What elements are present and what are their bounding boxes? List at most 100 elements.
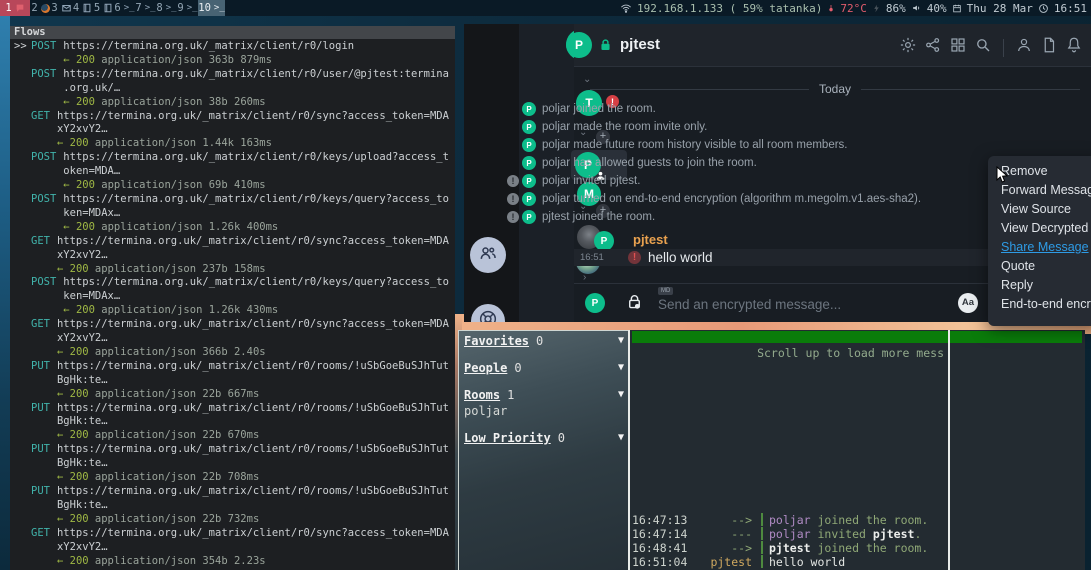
http-method: POST <box>31 68 56 110</box>
flow-url: https://termina.org.uk/_matrix/client/r0… <box>57 318 455 332</box>
event-text: poljar invited pjtest. <box>542 175 640 187</box>
file-icon[interactable] <box>1040 36 1058 59</box>
markdown-badge: MD <box>658 287 673 295</box>
flow-row[interactable]: >> PUT https://termina.org.uk/_matrix/cl… <box>14 485 455 527</box>
collapse-arrow-icon[interactable]: ▼ <box>618 362 624 373</box>
timeline-event[interactable]: P poljar joined the room. <box>464 100 1091 118</box>
header-divider <box>1003 39 1004 57</box>
context-menu-item[interactable]: End-to-end encryption <box>988 295 1091 314</box>
workspace-8[interactable]: 8 >_ <box>156 0 177 16</box>
formatting-button[interactable]: Aa <box>958 293 978 313</box>
workspace-5[interactable]: 5 <box>93 0 114 16</box>
workspace-2[interactable]: 2 <box>30 0 51 16</box>
volume-percent: 40% <box>927 2 947 15</box>
book-icon <box>103 3 113 13</box>
workspace-number: 4 <box>73 2 79 14</box>
room-section-header[interactable]: People0 ▼ <box>464 361 624 375</box>
room-section: Low Priority0 ▼ <box>459 431 629 445</box>
workspace-1[interactable]: 1 <box>0 0 30 16</box>
terminal-icon: >_ <box>166 3 177 13</box>
http-method: GET <box>31 527 50 569</box>
http-method: GET <box>31 235 50 277</box>
event-avatar: P <box>522 120 536 134</box>
workspace-number: 6 <box>114 2 120 14</box>
event-text: joined the room. <box>817 513 928 527</box>
header-room-avatar[interactable]: P <box>566 32 592 58</box>
date-divider-label: Today <box>819 82 851 96</box>
line-timestamp: 16:51:04 <box>632 555 690 569</box>
flow-row[interactable]: >> PUT https://termina.org.uk/_matrix/cl… <box>14 360 455 402</box>
flows-list[interactable]: >> POST https://termina.org.uk/_matrix/c… <box>10 39 455 568</box>
join-arrow: --> <box>690 513 752 527</box>
workspace-3[interactable]: 3 <box>51 0 72 16</box>
chevron-right-icon[interactable]: › <box>583 272 586 283</box>
apps-grid-icon[interactable] <box>949 36 967 59</box>
context-menu-item[interactable]: Share Message <box>988 238 1091 257</box>
explore-button[interactable] <box>471 304 505 322</box>
flow-row[interactable]: >> GET https://termina.org.uk/_matrix/cl… <box>14 110 455 152</box>
http-method: PUT <box>31 360 50 402</box>
search-icon[interactable] <box>974 36 992 59</box>
room-section-header[interactable]: Low Priority0 ▼ <box>464 431 624 445</box>
message-text: hello world <box>769 555 845 569</box>
flow-row[interactable]: >> POST https://termina.org.uk/_matrix/c… <box>14 68 455 110</box>
flow-url: https://termina.org.uk/_matrix/client/r0… <box>63 193 455 207</box>
context-menu-item[interactable]: View Decrypted Source <box>988 219 1091 238</box>
message-sender-avatar[interactable]: P <box>594 231 614 251</box>
mouse-cursor <box>996 166 1009 189</box>
flow-url: https://termina.org.uk/_matrix/client/r0… <box>57 360 455 374</box>
flow-row[interactable]: >> POST https://termina.org.uk/_matrix/c… <box>14 276 455 318</box>
section-name: Favorites <box>464 334 529 348</box>
flow-response: ← 200 application/json 22b 732ms <box>57 513 455 527</box>
workspace-10[interactable]: 10 >_ <box>198 0 225 16</box>
flow-row[interactable]: >> GET https://termina.org.uk/_matrix/cl… <box>14 527 455 569</box>
flow-url: https://termina.org.uk/_matrix/client/r0… <box>57 402 455 416</box>
message-sender-name[interactable]: pjtest <box>633 232 668 247</box>
share-icon[interactable] <box>924 36 942 59</box>
time: 16:51 <box>1054 2 1087 15</box>
collapse-arrow-icon[interactable]: ▼ <box>618 432 624 443</box>
workspace-7[interactable]: 7 >_ <box>135 0 156 16</box>
section-count: 0 <box>514 361 521 375</box>
event-avatar: P <box>522 174 536 188</box>
workspace-number: 7 <box>135 2 141 14</box>
section-name: Rooms <box>464 388 500 402</box>
chat-line: 16:48:41 --> pjtest joined the room. <box>632 541 928 555</box>
context-menu-item[interactable]: Reply <box>988 276 1091 295</box>
flow-response: ← 200 application/json 363b 879ms <box>63 54 455 68</box>
context-menu-item[interactable]: View Source <box>988 200 1091 219</box>
event-text: pjtest joined the room. <box>542 211 655 223</box>
flow-row[interactable]: >> POST https://termina.org.uk/_matrix/c… <box>14 151 455 193</box>
collapse-arrow-icon[interactable]: ▼ <box>618 335 624 346</box>
flow-row[interactable]: >> PUT https://termina.org.uk/_matrix/cl… <box>14 402 455 444</box>
members-icon[interactable] <box>1015 36 1033 59</box>
timeline-event[interactable]: P poljar made future room history visibl… <box>464 136 1091 154</box>
workspace-number: 8 <box>156 2 162 14</box>
pane-divider[interactable] <box>948 330 950 570</box>
settings-icon[interactable] <box>899 36 917 59</box>
flow-row[interactable]: >> POST https://termina.org.uk/_matrix/c… <box>14 193 455 235</box>
pane-divider[interactable] <box>628 330 630 570</box>
chat-line: 16:47:13 --> poljar joined the room. <box>632 513 928 527</box>
room-list-item[interactable]: poljar <box>464 404 624 418</box>
workspace-9[interactable]: 9 >_ <box>177 0 198 16</box>
flow-row[interactable]: >> GET https://termina.org.uk/_matrix/cl… <box>14 318 455 360</box>
flow-row[interactable]: >> GET https://termina.org.uk/_matrix/cl… <box>14 235 455 277</box>
people-button[interactable] <box>470 237 506 273</box>
line-timestamp: 16:47:13 <box>632 513 690 527</box>
terminal-icon: >_ <box>214 3 225 13</box>
room-section-header[interactable]: Rooms1 ▼ <box>464 388 624 402</box>
message-text: hello world <box>648 250 713 265</box>
notifications-bell-icon[interactable] <box>1065 36 1083 59</box>
prefix-separator <box>761 513 763 526</box>
flow-row[interactable]: >> PUT https://termina.org.uk/_matrix/cl… <box>14 443 455 485</box>
workspace-6[interactable]: 6 >_ <box>114 0 135 16</box>
context-menu-item[interactable]: Quote <box>988 257 1091 276</box>
room-section-header[interactable]: Favorites0 ▼ <box>464 334 624 348</box>
flow-row[interactable]: >> POST https://termina.org.uk/_matrix/c… <box>14 40 455 68</box>
message-input[interactable]: Send an encrypted message... <box>658 297 841 312</box>
selected-flow-marker: >> <box>14 40 31 68</box>
timeline-event[interactable]: P poljar made the room invite only. <box>464 118 1091 136</box>
workspace-4[interactable]: 4 <box>72 0 93 16</box>
collapse-arrow-icon[interactable]: ▼ <box>618 389 624 400</box>
